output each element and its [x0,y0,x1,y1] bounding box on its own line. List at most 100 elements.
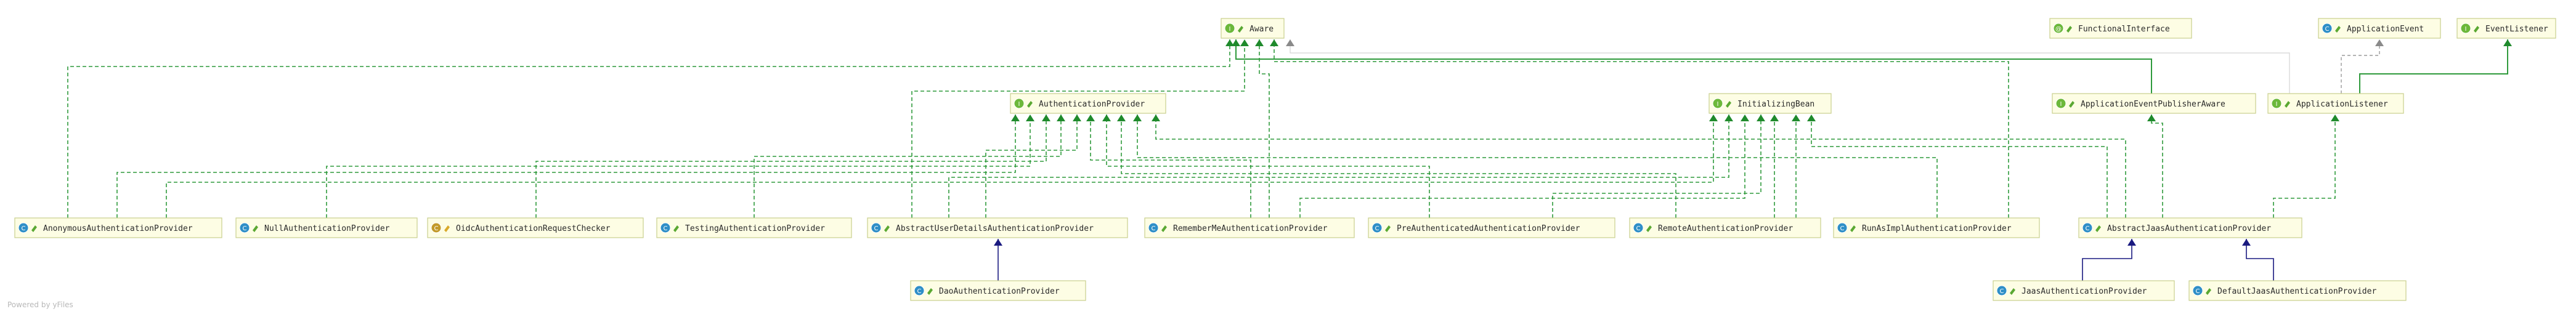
class-icon: C [239,222,250,233]
svg-text:@: @ [2055,26,2062,33]
node-jaas-authentication-provider[interactable]: C JaasAuthenticationProvider [1993,280,2175,301]
node-aware[interactable]: I Aware [1221,18,1285,39]
edge-abstract_user_details_authentication_provider-to-authentication_provider [985,115,1081,218]
class-icon: C [1837,222,1848,233]
svg-text:C: C [2000,288,2004,295]
edge-application_listener-to-application_event [2341,39,2384,94]
edge-run_as_impl_authentication_provider-to-initializing_bean [1792,115,1800,218]
node-null-authentication-provider[interactable]: C NullAuthenticationProvider [235,217,418,238]
interface-icon: I [2460,23,2471,34]
svg-text:C: C [434,225,439,232]
node-label: ApplicationEventPublisherAware [2081,100,2225,109]
svg-text:C: C [22,225,26,232]
svg-text:C: C [1840,225,1845,232]
node-abstract-user-details-authentication-provider[interactable]: C AbstractUserDetailsAuthenticationProvid… [867,217,1128,238]
class-icon: C [1996,285,2007,296]
arrowhead [1757,115,1765,121]
arrowhead [1709,115,1718,121]
node-testing-authentication-provider[interactable]: C TestingAuthenticationProvider [656,217,852,238]
svg-text:C: C [1375,225,1379,232]
edge-pre_authenticated_authentication_provider-to-authentication_provider [1102,115,1430,218]
svg-text:C: C [2086,225,2090,232]
edge-abstract_user_details_authentication_provider-to-initializing_bean [948,115,1733,218]
class-icon: C [1148,222,1159,233]
node-label: RememberMeAuthenticationProvider [1173,224,1328,233]
svg-text:I: I [1229,26,1231,33]
edge-application_listener-to-event_listener [2359,39,2512,94]
class-icon: C [2082,222,2093,233]
edge-abstract_jaas_authentication_provider-to-application_event_publisher_aware [2147,115,2163,218]
arrowhead [2375,39,2384,46]
arrowhead [1725,115,1733,121]
class-icon: C [660,222,671,233]
node-label: ApplicationEvent [2347,25,2424,34]
node-label: AbstractUserDetailsAuthenticationProvide… [896,224,1094,233]
svg-text:C: C [1152,225,1156,232]
node-event-listener[interactable]: I EventListener [2456,18,2556,39]
edge-remote_authentication_provider-to-initializing_bean [1770,115,1779,218]
node-application-event-publisher-aware[interactable]: I ApplicationEventPublisherAware [2052,93,2256,114]
node-label: AnonymousAuthenticationProvider [43,224,193,233]
class-icon: C [871,222,882,233]
node-label: RunAsImplAuthenticationProvider [1862,224,2012,233]
node-remote-authentication-provider[interactable]: C RemoteAuthenticationProvider [1629,217,1821,238]
arrowhead [1270,39,1278,46]
edge-abstract_jaas_authentication_provider-to-initializing_bean [1807,115,2108,218]
class-icon: C [2322,23,2333,34]
node-application-event[interactable]: C ApplicationEvent [2318,18,2441,39]
arrowhead [1792,115,1800,121]
node-label: NullAuthenticationProvider [264,224,390,233]
node-remember-me-authentication-provider[interactable]: C RememberMeAuthenticationProvider [1144,217,1355,238]
class-icon: C [1371,222,1383,233]
svg-text:I: I [2060,101,2062,108]
node-authentication-provider[interactable]: I AuthenticationProvider [1010,93,1166,114]
arrowhead [1741,115,1749,121]
arrowhead [1232,39,1240,46]
arrowhead [1240,39,1249,46]
edge-anonymous_authentication_provider-to-authentication_provider [116,115,1020,218]
node-label: TestingAuthenticationProvider [685,224,825,233]
nodes-layer: I Aware @ FunctionalInterface C ApplicationEv… [14,18,2556,301]
node-anonymous-authentication-provider[interactable]: C AnonymousAuthenticationProvider [14,217,222,238]
edge-abstract_jaas_authentication_provider-to-application_listener [2273,115,2339,218]
arrowhead [1057,115,1065,121]
edge-application_listener-to-functional_interface [1286,39,2290,94]
edges-layer [67,39,2512,281]
class-icon: C [18,222,29,233]
node-pre-authenticated-authentication-provider[interactable]: C PreAuthenticatedAuthenticationProvider [1368,217,1615,238]
class-icon: C [1633,222,1644,233]
class-icon: C [431,222,442,233]
arrowhead [1152,115,1160,121]
node-application-listener[interactable]: I ApplicationListener [2267,93,2404,114]
node-label: JaasAuthenticationProvider [2021,287,2147,296]
node-run-as-impl-authentication-provider[interactable]: C RunAsImplAuthenticationProvider [1833,217,2040,238]
arrowhead [1102,115,1111,121]
node-label: PreAuthenticatedAuthenticationProvider [1397,224,1580,233]
node-label: Aware [1249,25,1274,34]
edge-default_jaas_authentication_provider-to-abstract_jaas_authentication_provider [2242,239,2274,281]
arrowhead [2331,115,2339,121]
interface-icon: I [1712,98,1723,109]
arrowhead [1117,115,1126,121]
class-icon: C [2192,285,2203,296]
class-icon: C [914,285,925,296]
svg-text:I: I [1018,101,1020,108]
arrowhead [2242,239,2251,246]
node-dao-authentication-provider[interactable]: C DaoAuthenticationProvider [910,280,1086,301]
edge-pre_authenticated_authentication_provider-to-initializing_bean [1552,115,1765,218]
node-abstract-jaas-authentication-provider[interactable]: C AbstractJaasAuthenticationProvider [2078,217,2302,238]
arrowhead [1770,115,1779,121]
uml-class-diagram: I Aware @ FunctionalInterface C ApplicationEv… [14,18,2556,301]
svg-text:C: C [243,225,247,232]
arrowhead [1073,115,1081,121]
node-default-jaas-authentication-provider[interactable]: C DefaultJaasAuthenticationProvider [2188,280,2407,301]
arrowhead [1011,115,1020,121]
node-functional-interface[interactable]: @ FunctionalInterface [2049,18,2192,39]
arrowhead [2147,115,2156,121]
node-label: EventListener [2485,25,2548,34]
node-oidc-authentication-request-checker[interactable]: C OidcAuthenticationRequestChecker [427,217,644,238]
interface-icon: I [1014,98,1025,109]
svg-text:C: C [664,225,668,232]
node-label: DaoAuthenticationProvider [939,287,1060,296]
node-initializing-bean[interactable]: I InitializingBean [1709,93,1832,114]
